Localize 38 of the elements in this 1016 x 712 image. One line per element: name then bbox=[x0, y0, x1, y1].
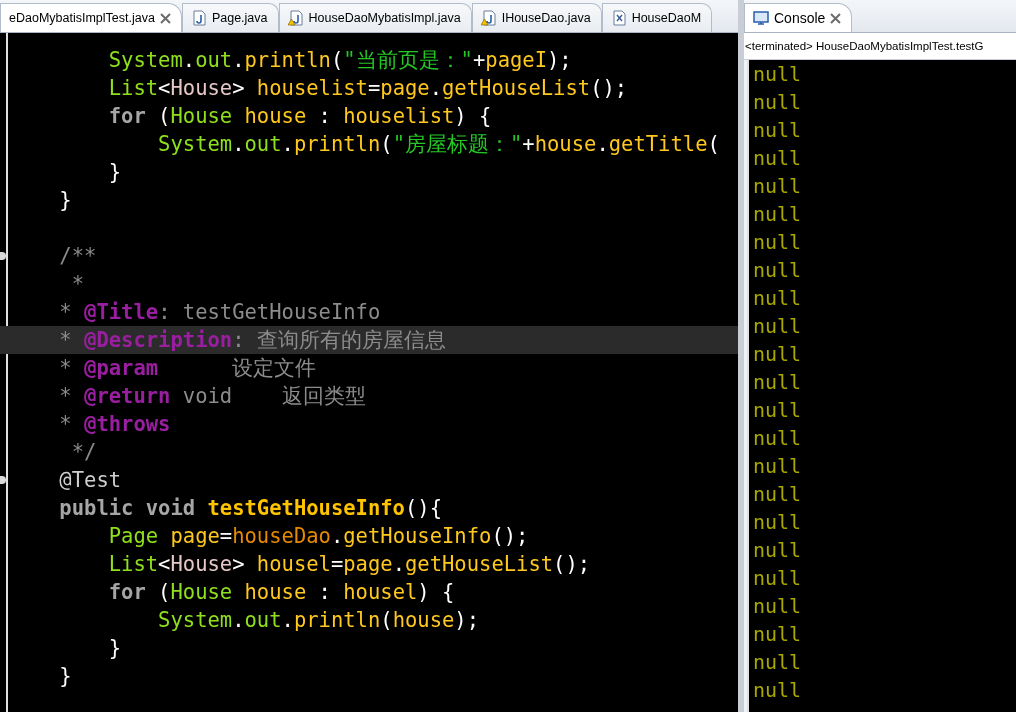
code-line: * @throws bbox=[58, 411, 172, 438]
code-line: @Test bbox=[0, 466, 738, 494]
java-file-icon bbox=[480, 10, 497, 26]
code-line: * @Title: testGetHouseInfo bbox=[58, 299, 382, 326]
code-line: * @param 设定文件 bbox=[58, 355, 318, 382]
console-status: <terminated> HouseDaoMybatisImplTest.testG bbox=[744, 33, 1016, 60]
code-line: System.out.println("当前页是："+pageI); bbox=[107, 47, 573, 74]
code-line: * bbox=[70, 271, 86, 298]
code-line: } bbox=[58, 187, 73, 214]
code-line: for (House house : housel) { bbox=[107, 579, 456, 606]
code-line: } bbox=[107, 159, 123, 186]
close-icon[interactable] bbox=[159, 12, 171, 24]
code-line: for (House house : houselist) { bbox=[107, 103, 493, 130]
code-line: public void testGetHouseInfo(){ bbox=[58, 495, 443, 522]
java-file-icon bbox=[190, 10, 207, 26]
code-line: * @return void 返回类型 bbox=[58, 383, 367, 410]
editor-tab[interactable]: HouseDaoMybatisImpl.java bbox=[278, 3, 472, 32]
code-line: Page page=houseDao.getHouseInfo(); bbox=[107, 523, 530, 550]
code-line: System.out.println(house); bbox=[157, 607, 481, 634]
console-output: null null null null null null null null null null null null null null null null null null null null null null null bbox=[747, 60, 1016, 712]
code-line: /** bbox=[0, 242, 738, 270]
fold-marker-icon[interactable] bbox=[0, 476, 6, 484]
close-icon[interactable] bbox=[830, 12, 842, 24]
java-file-icon bbox=[287, 10, 304, 26]
fold-marker-icon[interactable] bbox=[0, 252, 6, 260]
code-line: */ bbox=[70, 439, 98, 466]
code-line: System.out.println("房屋标题："+house.getTitle( bbox=[157, 131, 721, 158]
editor-tab[interactable]: HouseDaoM bbox=[601, 3, 713, 32]
code-line: } bbox=[107, 635, 123, 662]
code-line: List<House> houselist=page.getHouseList(); bbox=[107, 75, 629, 102]
code-line: } bbox=[58, 663, 73, 690]
monitor-icon bbox=[753, 10, 769, 26]
code-line: List<House> housel=page.getHouseList(); bbox=[107, 551, 592, 578]
editor-tab[interactable]: Page.java bbox=[181, 3, 279, 32]
xml-file-icon bbox=[610, 10, 627, 26]
editor-tab[interactable]: eDaoMybatisImplTest.java bbox=[0, 3, 182, 32]
editor-tab[interactable]: IHouseDao.java bbox=[471, 3, 602, 32]
console-tab[interactable]: Console bbox=[744, 3, 853, 32]
